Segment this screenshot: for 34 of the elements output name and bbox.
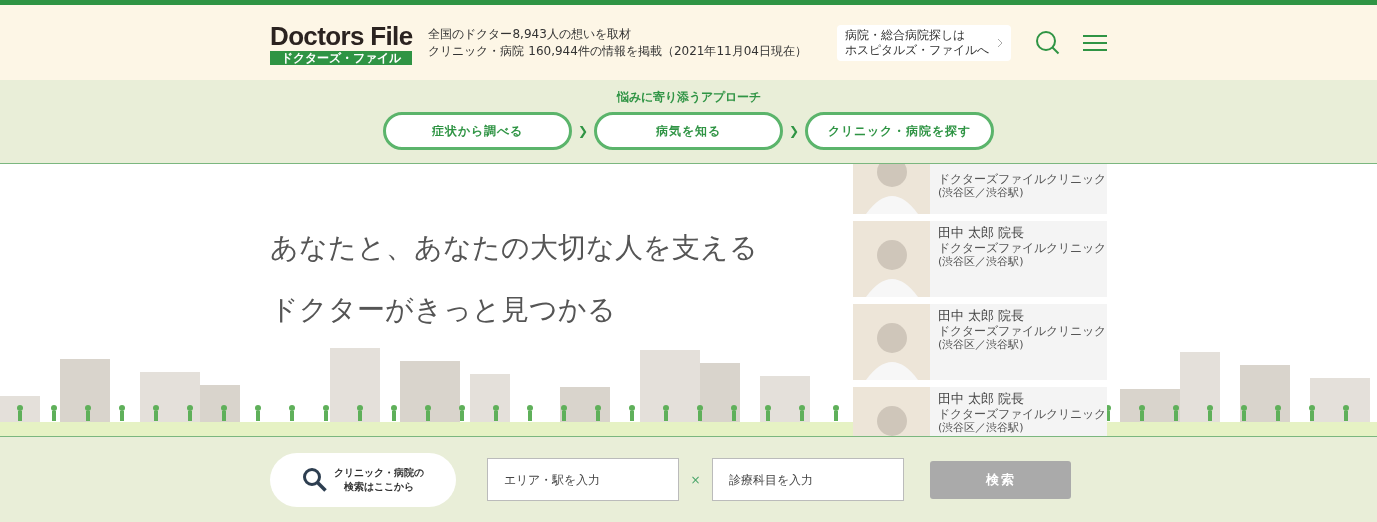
hero-headline: あなたと、あなたの大切な人を支える	[270, 230, 759, 266]
site-stat-text: 全国のドクター8,943人の想いを取材	[428, 26, 632, 42]
clinic-name: ドクターズファイルクリニック	[938, 172, 1106, 186]
clinic-location: (渋谷区／渋谷駅)	[938, 338, 1025, 352]
clinic-location: (渋谷区／渋谷駅)	[938, 421, 1025, 435]
chevron-right-icon	[997, 37, 1003, 48]
clinic-name: ドクターズファイルクリニック	[938, 407, 1106, 421]
clinic-name: ドクターズファイルクリニック	[938, 324, 1106, 338]
logo-subtitle: ドクターズ・ファイル	[270, 50, 413, 65]
approach-title: 悩みに寄り添うアプローチ	[616, 89, 761, 106]
doctor-card[interactable]: ドクターズファイルクリニック (渋谷区／渋谷駅)	[853, 164, 1107, 214]
site-logo[interactable]: Doctors File	[270, 20, 413, 51]
magnifier-icon	[302, 466, 328, 493]
doctor-card[interactable]: 田中 太郎 院長 ドクターズファイルクリニック (渋谷区／渋谷駅)	[853, 221, 1107, 297]
hero-headline: ドクターがきっと見つかる	[270, 292, 617, 328]
approach-step-button[interactable]: クリニック・病院を探す	[805, 112, 994, 150]
step-separator: ❯	[576, 123, 590, 140]
clinic-name: ドクターズファイルクリニック	[938, 241, 1106, 255]
doctor-card[interactable]: 田中 太郎 院長 ドクターズファイルクリニック (渋谷区／渋谷駅)	[853, 304, 1107, 380]
approach-step-button[interactable]: 病気を知る	[594, 112, 783, 150]
search-bubble-text: クリニック・病院の 検索はここから	[334, 465, 424, 494]
doctor-name: 田中 太郎 院長	[938, 308, 1026, 324]
clinic-location: (渋谷区／渋谷駅)	[938, 186, 1025, 200]
doctor-name: 田中 太郎 院長	[938, 225, 1026, 241]
approach-step-button[interactable]: 症状から調べる	[383, 112, 572, 150]
hospitals-file-link[interactable]: 病院・総合病院探しは ホスピタルズ・ファイルへ	[837, 24, 1011, 61]
menu-icon[interactable]	[1083, 33, 1107, 52]
search-icon[interactable]	[1035, 29, 1061, 56]
clinic-location: (渋谷区／渋谷駅)	[938, 255, 1025, 269]
site-stat-text: クリニック・病院 160,944件の情報を掲載（2021年11月04日現在）	[428, 43, 807, 59]
doctor-name: 田中 太郎 院長	[938, 391, 1026, 407]
step-separator: ❯	[787, 123, 801, 140]
cross-sign: ×	[689, 471, 702, 489]
doctor-card[interactable]: 田中 太郎 院長 ドクターズファイルクリニック (渋谷区／渋谷駅)	[853, 387, 1107, 436]
